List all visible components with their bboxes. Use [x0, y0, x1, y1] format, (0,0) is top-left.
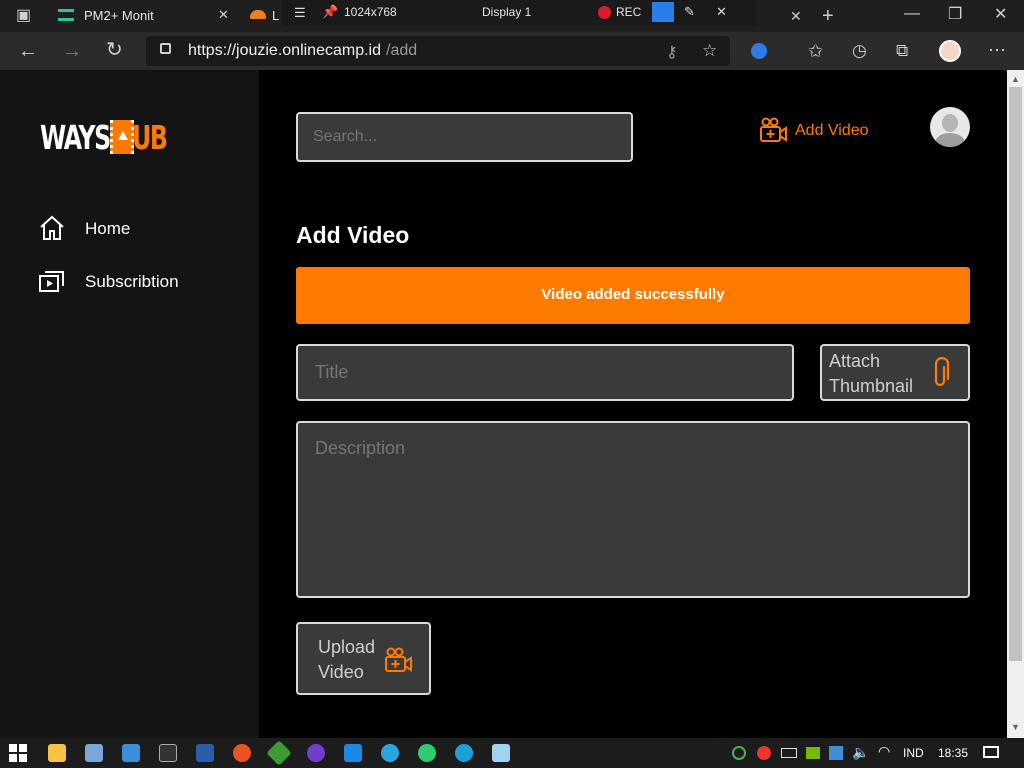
- favorites-icon[interactable]: ✩: [808, 42, 823, 60]
- back-icon[interactable]: ←: [18, 41, 38, 61]
- windows-taskbar: 🔈 ◠ IND 18:35: [0, 738, 1024, 768]
- avatar-body: [935, 133, 965, 147]
- refresh-icon[interactable]: ↻: [106, 40, 123, 60]
- tab-pm2-monit[interactable]: PM2+ Monit ✕: [48, 0, 238, 32]
- add-video-button[interactable]: Add Video: [759, 116, 889, 146]
- close-tab-icon[interactable]: ✕: [790, 9, 802, 23]
- sidebar-item-label: Home: [85, 219, 131, 238]
- display-name: Display 1: [482, 5, 532, 19]
- url-field[interactable]: https://jouzie.onlinecamp.id /add ⚷ ☆: [146, 36, 730, 66]
- tray-battery-icon[interactable]: [781, 748, 797, 758]
- url-path: /add: [386, 42, 418, 59]
- scroll-down-icon[interactable]: ▼: [1011, 722, 1020, 732]
- record-icon[interactable]: [598, 6, 611, 19]
- rec-label: REC: [616, 5, 642, 19]
- notifications-icon[interactable]: [983, 746, 999, 758]
- pm2-icon: [58, 9, 74, 21]
- language-indicator[interactable]: IND: [903, 746, 924, 760]
- edge-icon[interactable]: [455, 744, 473, 762]
- video-camera-icon: [385, 647, 412, 672]
- attach-thumbnail-button[interactable]: Attach Thumbnail: [820, 344, 970, 401]
- restore-icon[interactable]: ❐: [948, 7, 962, 23]
- pin-icon[interactable]: 📌: [322, 4, 338, 20]
- tray-bluetooth-icon[interactable]: [829, 746, 843, 760]
- file-explorer-icon[interactable]: [48, 744, 66, 762]
- menu-icon[interactable]: ☰: [294, 5, 306, 21]
- close-window-icon[interactable]: ✕: [994, 7, 1007, 23]
- tab-title: L: [272, 8, 280, 23]
- page-title: Add Video: [296, 222, 410, 248]
- notepad-icon[interactable]: [492, 744, 510, 762]
- more-icon[interactable]: ⋯: [988, 41, 1006, 59]
- title-input[interactable]: [296, 344, 794, 401]
- vscode-icon[interactable]: [344, 744, 362, 762]
- telegram-icon[interactable]: [381, 744, 399, 762]
- scrollbar-thumb[interactable]: [1009, 87, 1022, 661]
- browser-tab-bar: ▣ PM2+ Monit ✕ L ☰ 📌 1024x768 Display 1 …: [0, 0, 1024, 32]
- volume-icon[interactable]: 🔈: [852, 744, 869, 761]
- tray-chrome-icon[interactable]: [757, 746, 771, 760]
- pen-icon[interactable]: ✎: [684, 4, 695, 20]
- home-icon: [40, 215, 64, 240]
- tray-status-icon[interactable]: [732, 746, 746, 760]
- tab-title: PM2+ Monit: [84, 8, 154, 23]
- wifi-icon[interactable]: ◠: [878, 743, 890, 760]
- add-video-label: Add Video: [795, 122, 869, 139]
- avatar-head: [942, 114, 958, 132]
- main-content: Add Video Add Video Video added successf…: [259, 70, 1007, 738]
- ubuntu-icon[interactable]: [233, 744, 251, 762]
- browser-address-bar: ← → ↻ https://jouzie.onlinecamp.id /add …: [0, 32, 1024, 70]
- windows-start-icon[interactable]: [9, 744, 27, 762]
- search-input[interactable]: [296, 112, 633, 162]
- tray-nvidia-icon[interactable]: [806, 747, 820, 759]
- tab-current[interactable]: L: [242, 0, 282, 32]
- sidebar-item-subscription[interactable]: Subscribtion: [38, 267, 238, 297]
- sidebar-item-label: Subscribtion: [85, 272, 179, 291]
- close-overlay-icon[interactable]: ✕: [716, 4, 727, 20]
- clock[interactable]: 18:35: [938, 746, 968, 760]
- history-icon[interactable]: ◷: [852, 42, 867, 59]
- description-field[interactable]: [296, 421, 970, 598]
- new-tab-icon[interactable]: +: [822, 6, 834, 26]
- sidebar: WAYS UB Home Subscribtion: [0, 70, 259, 738]
- sidebar-item-home[interactable]: Home: [38, 214, 238, 244]
- forward-icon[interactable]: →: [62, 41, 82, 61]
- avatar[interactable]: [930, 107, 970, 147]
- paperclip-icon: [934, 357, 950, 387]
- success-alert: Video added successfully: [296, 267, 970, 324]
- camera-icon[interactable]: [652, 2, 674, 22]
- video-camera-icon: [760, 117, 787, 142]
- key-icon[interactable]: ⚷: [666, 42, 678, 62]
- remote-desktop-icon[interactable]: [85, 744, 103, 762]
- close-tab-icon[interactable]: ✕: [218, 7, 229, 23]
- logo-play-icon: [110, 120, 134, 154]
- terminal-icon[interactable]: [159, 744, 177, 762]
- alert-message: Video added successfully: [541, 286, 725, 303]
- url-host: https://jouzie.onlinecamp.id: [188, 42, 381, 59]
- lock-icon: [160, 43, 171, 54]
- profile-avatar[interactable]: [939, 40, 961, 62]
- git-icon[interactable]: [266, 740, 292, 766]
- subscription-icon: [39, 271, 64, 292]
- powershell-icon[interactable]: [196, 744, 214, 762]
- github-icon[interactable]: [307, 744, 325, 762]
- upload-video-button[interactable]: Upload Video: [296, 622, 431, 695]
- display-size: 1024x768: [344, 5, 397, 19]
- extension-icon[interactable]: [751, 43, 767, 59]
- page-scrollbar[interactable]: ▲ ▼: [1007, 70, 1024, 738]
- logo-text-left: WAYS: [40, 118, 111, 157]
- control-panel-icon[interactable]: [122, 744, 140, 762]
- collections-icon[interactable]: ⧉: [896, 42, 908, 59]
- remote-display-toolbar: ☰ 📌 1024x768 Display 1 REC ✎ ✕: [282, 0, 756, 26]
- favorite-add-icon[interactable]: ☆: [702, 41, 717, 61]
- tab-actions-icon[interactable]: ▣: [16, 8, 31, 24]
- minimize-icon[interactable]: —: [904, 6, 920, 22]
- cloud-icon: [250, 10, 266, 19]
- logo-text-right: UB: [132, 118, 168, 157]
- upload-video-label: Upload Video: [318, 637, 376, 682]
- whatsapp-icon[interactable]: [418, 744, 436, 762]
- scroll-up-icon[interactable]: ▲: [1011, 74, 1020, 84]
- attach-thumbnail-label: Attach Thumbnail: [829, 351, 914, 396]
